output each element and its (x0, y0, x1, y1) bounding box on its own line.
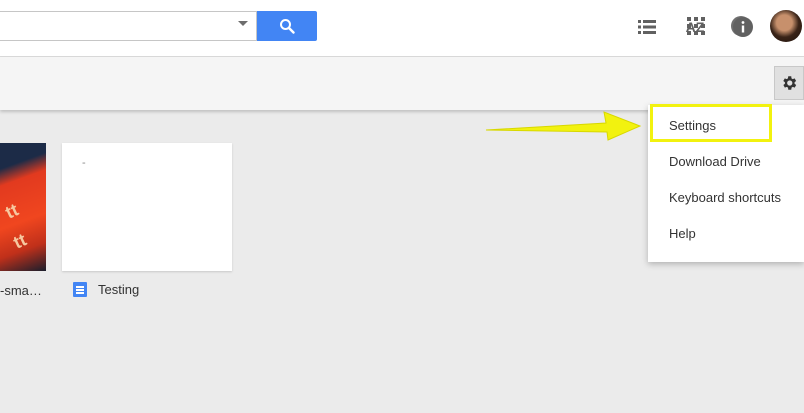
settings-gear-button[interactable] (774, 66, 804, 100)
menu-item-download-drive[interactable]: Download Drive (648, 144, 804, 180)
menu-item-keyboard-shortcuts[interactable]: Keyboard shortcuts (648, 180, 804, 216)
file-name[interactable]: -sma… (0, 283, 42, 298)
list-view-icon[interactable] (636, 16, 658, 38)
file-thumbnail-image[interactable]: tt tt (0, 143, 46, 271)
gear-icon (783, 76, 797, 90)
sort-az-icon[interactable]: AZ (684, 16, 706, 38)
search-input[interactable] (0, 11, 257, 41)
search-icon (280, 19, 295, 34)
sort-label: AZ (685, 19, 705, 35)
toolbar (0, 57, 804, 110)
avatar[interactable] (770, 10, 802, 42)
search-options-chevron-icon[interactable] (238, 21, 248, 26)
search-button[interactable] (257, 11, 317, 41)
docs-icon (73, 282, 87, 297)
menu-item-help[interactable]: Help (648, 216, 804, 252)
arrow-annotation-icon (485, 111, 642, 141)
info-icon[interactable] (732, 16, 754, 38)
file-name[interactable]: Testing (98, 282, 139, 297)
highlight-box (650, 104, 772, 142)
file-thumbnail-document[interactable]: - (62, 143, 232, 271)
document-preview-text: - (82, 157, 86, 169)
